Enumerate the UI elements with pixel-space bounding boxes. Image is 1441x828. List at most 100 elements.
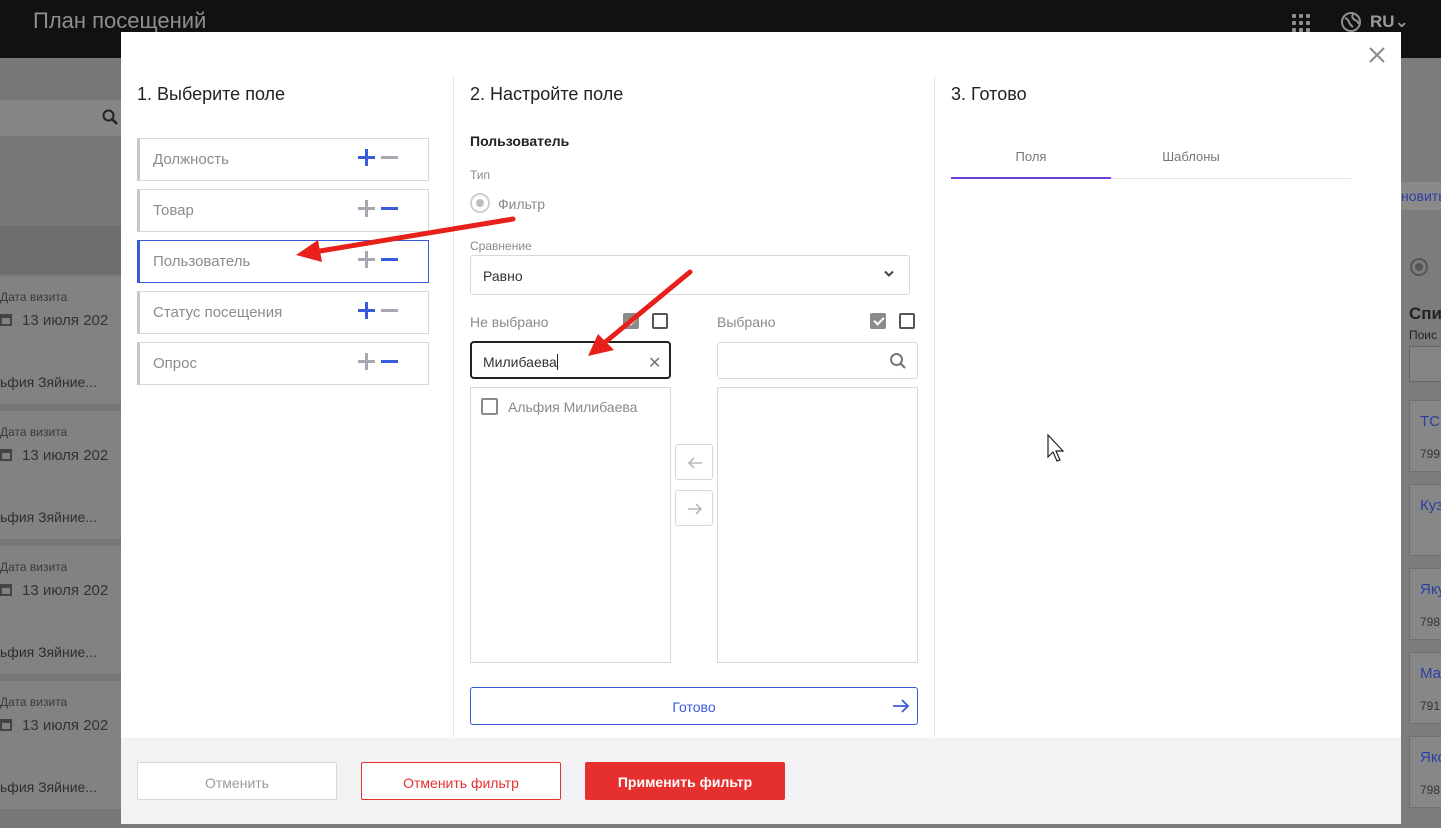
- store-card: ТС 799: [1409, 400, 1441, 472]
- apply-filter-button[interactable]: Применить фильтр: [585, 762, 785, 800]
- minus-icon[interactable]: [381, 200, 398, 217]
- visit-card: Дата визита 13 июля 202 ьфия Зяйние...: [0, 681, 121, 809]
- plus-icon[interactable]: [358, 251, 375, 268]
- minus-icon[interactable]: [381, 149, 398, 166]
- field-item-label: Опрос: [153, 355, 197, 372]
- move-left-button[interactable]: [675, 444, 713, 480]
- tab-templates[interactable]: Шаблоны: [1111, 137, 1271, 179]
- language-selector[interactable]: RU⌄: [1370, 12, 1409, 32]
- visit-user: ьфия Зяйние...: [0, 779, 97, 795]
- reset-filter-button[interactable]: Отменить фильтр: [361, 762, 561, 800]
- modal-footer: Отменить Отменить фильтр Применить фильт…: [121, 738, 1401, 824]
- selected-list: [717, 387, 918, 663]
- field-item-visit-status[interactable]: Статус посещения: [137, 291, 429, 334]
- minus-icon[interactable]: [381, 302, 398, 319]
- field-ready-button[interactable]: Готово: [470, 687, 918, 725]
- apps-grid-icon[interactable]: [1292, 14, 1310, 32]
- store-name: ТС: [1420, 413, 1440, 430]
- visit-user: ьфия Зяйние...: [0, 509, 97, 525]
- not-selected-list: Альфия Милибаева: [470, 387, 671, 663]
- calendar-icon: [0, 719, 12, 731]
- background-radio: [1410, 258, 1428, 276]
- move-right-button[interactable]: [675, 490, 713, 526]
- arrow-right-icon: [893, 699, 910, 713]
- background-search-input: [1409, 346, 1441, 382]
- plus-icon[interactable]: [358, 149, 375, 166]
- calendar-icon: [0, 314, 12, 326]
- search-icon: [102, 109, 118, 125]
- type-label: Тип: [470, 168, 491, 182]
- field-config-title: Пользователь: [470, 133, 570, 149]
- list-item-label: Альфия Милибаева: [508, 399, 638, 415]
- field-item-label: Товар: [153, 202, 194, 219]
- filter-radio-label: Фильтр: [498, 196, 546, 212]
- field-item-survey[interactable]: Опрос: [137, 342, 429, 385]
- search-label: Поис: [1409, 328, 1438, 342]
- filter-radio[interactable]: [470, 193, 490, 213]
- deselect-all-checkbox-right[interactable]: [899, 313, 915, 329]
- list-item-checkbox[interactable]: [481, 398, 498, 415]
- mouse-cursor-icon: [1047, 434, 1065, 462]
- visit-date: 13 июля 202: [22, 582, 109, 599]
- visit-date: 13 июля 202: [22, 717, 109, 734]
- search-icon: [890, 353, 906, 369]
- store-phone: 798: [1420, 783, 1441, 797]
- minus-icon[interactable]: [381, 251, 398, 268]
- deselect-all-checkbox-left[interactable]: [652, 313, 668, 329]
- close-icon[interactable]: [1368, 46, 1386, 64]
- visit-date: 13 июля 202: [22, 447, 109, 464]
- compare-label: Сравнение: [470, 239, 532, 253]
- field-item-user[interactable]: Пользователь: [137, 240, 429, 283]
- visit-card: Дата визита 13 июля 202 ьфия Зяйние...: [0, 276, 121, 404]
- arrow-left-icon: [687, 457, 702, 469]
- store-name: Яку: [1420, 581, 1441, 598]
- visit-date-label: Дата визита: [0, 290, 68, 304]
- selected-search-input[interactable]: [717, 342, 918, 379]
- background-band: [0, 226, 121, 274]
- select-all-checkbox-left[interactable]: [623, 313, 639, 329]
- app-title: План посещений: [33, 8, 207, 33]
- compare-select[interactable]: Равно: [470, 255, 910, 295]
- store-card: Куз: [1409, 484, 1441, 556]
- store-name: Ма: [1420, 665, 1441, 682]
- field-item-product[interactable]: Товар: [137, 189, 429, 232]
- column-divider: [934, 77, 935, 737]
- visit-date: 13 июля 202: [22, 312, 109, 329]
- step3-title: 3. Готово: [951, 84, 1027, 104]
- background-search: [0, 100, 121, 136]
- visit-date-label: Дата визита: [0, 560, 68, 574]
- plus-icon[interactable]: [358, 353, 375, 370]
- store-card: Яку 798: [1409, 568, 1441, 640]
- plus-icon[interactable]: [358, 302, 375, 319]
- compare-select-value: Равно: [483, 268, 523, 284]
- minus-icon[interactable]: [381, 353, 398, 370]
- tab-fields[interactable]: Поля: [951, 137, 1111, 179]
- store-name: Яко: [1420, 749, 1441, 766]
- visit-card: Дата визита 13 июля 202 ьфия Зяйние...: [0, 411, 121, 539]
- step2-title: 2. Настройте поле: [470, 84, 624, 104]
- store-phone: 799: [1420, 447, 1441, 461]
- not-selected-search-input[interactable]: Милибаева ✕: [470, 341, 671, 379]
- column-divider: [453, 77, 454, 737]
- background-list: Дата визита 13 июля 202 ьфия Зяйние... Д…: [0, 58, 121, 828]
- select-all-checkbox-right[interactable]: [870, 313, 886, 329]
- globe-icon[interactable]: [1340, 11, 1362, 33]
- field-item-label: Статус посещения: [153, 304, 283, 321]
- cancel-button[interactable]: Отменить: [137, 762, 337, 800]
- calendar-icon: [0, 584, 12, 596]
- visit-card: Дата визита 13 июля 202 ьфия Зяйние...: [0, 546, 121, 674]
- field-item-label: Должность: [153, 151, 229, 168]
- search-input-value: Милибаева: [483, 354, 557, 370]
- field-item-label: Пользователь: [153, 253, 251, 270]
- update-button: новить: [1401, 182, 1441, 210]
- visit-user: ьфия Зяйние...: [0, 644, 97, 660]
- visit-date-label: Дата визита: [0, 695, 68, 709]
- visit-user: ьфия Зяйние...: [0, 374, 97, 390]
- field-item-position[interactable]: Должность: [137, 138, 429, 181]
- store-phone: 798: [1420, 615, 1441, 629]
- list-item[interactable]: Альфия Милибаева: [481, 398, 637, 415]
- plus-icon[interactable]: [358, 200, 375, 217]
- clear-icon[interactable]: ✕: [648, 353, 661, 373]
- calendar-icon: [0, 449, 12, 461]
- store-card: Ма 791: [1409, 652, 1441, 724]
